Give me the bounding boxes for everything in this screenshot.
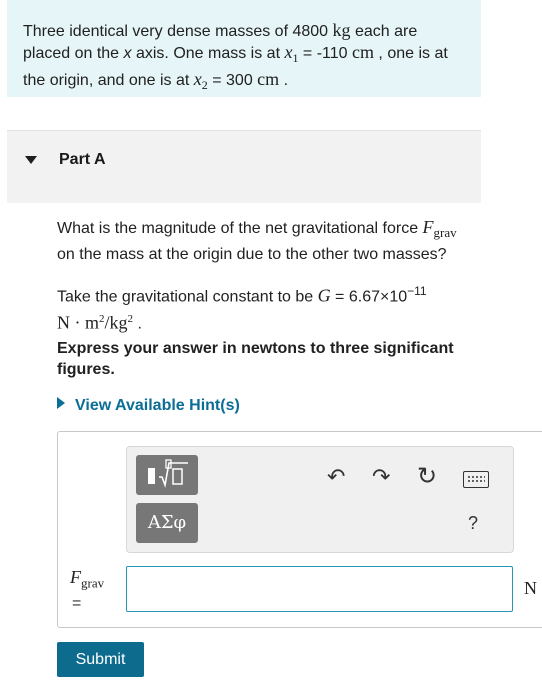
reset-icon[interactable]: ↻ bbox=[417, 462, 437, 491]
problem-text: Three identical very dense masses of 480… bbox=[23, 23, 333, 40]
constant-text: Take the gravitational constant to be bbox=[57, 288, 318, 306]
answer-input[interactable] bbox=[126, 566, 513, 612]
equals-sign: = bbox=[72, 595, 82, 612]
force-subscript: grav bbox=[433, 225, 457, 241]
part-title: Part A bbox=[59, 151, 106, 168]
answer-panel: ΑΣφ ↶ ↷ ↻ ? Fgrav = N bbox=[57, 431, 542, 628]
answer-variable-subscript: grav bbox=[81, 575, 105, 591]
constant-value: = 6.67×10 bbox=[330, 288, 408, 306]
unit-kg: kg bbox=[332, 20, 351, 40]
keyboard-keys bbox=[467, 475, 485, 483]
answer-unit: N bbox=[524, 578, 537, 598]
keyboard-icon[interactable] bbox=[463, 471, 489, 488]
problem-statement: Three identical very dense masses of 480… bbox=[7, 0, 481, 97]
unit-cm: cm bbox=[351, 42, 374, 62]
collapse-caret-icon[interactable] bbox=[25, 156, 37, 164]
math-toolbar: ΑΣφ ↶ ↷ ↻ ? bbox=[126, 446, 514, 553]
force-symbol: F bbox=[422, 217, 434, 237]
x-variable: x bbox=[123, 45, 132, 62]
expand-triangle-icon bbox=[57, 397, 65, 409]
submit-button[interactable]: Submit bbox=[57, 642, 144, 677]
gravitational-constant-text: Take the gravitational constant to be G … bbox=[57, 280, 477, 336]
answer-variable-label: Fgrav bbox=[70, 567, 104, 592]
constant-exponent: −11 bbox=[407, 284, 427, 298]
question-text: What is the magnitude of the net gravita… bbox=[57, 216, 477, 266]
hint-label: View Available Hint(s) bbox=[75, 397, 240, 414]
constant-unit: N · m bbox=[57, 312, 99, 333]
answer-variable-symbol: F bbox=[70, 567, 81, 587]
question-text-part: What is the magnitude of the net gravita… bbox=[57, 220, 423, 237]
view-hints-link[interactable]: View Available Hint(s) bbox=[57, 397, 240, 415]
redo-icon[interactable]: ↷ bbox=[372, 464, 390, 490]
undo-icon[interactable]: ↶ bbox=[327, 464, 345, 490]
x2-value: = 300 bbox=[207, 72, 258, 90]
unit-cm: cm bbox=[257, 69, 280, 90]
help-button[interactable]: ? bbox=[468, 513, 478, 534]
problem-text: . bbox=[279, 72, 289, 90]
constant-text: . bbox=[133, 315, 142, 333]
part-a-header[interactable]: Part A bbox=[7, 130, 481, 203]
x2-symbol: x bbox=[193, 69, 202, 90]
greek-symbols-button[interactable]: ΑΣφ bbox=[136, 503, 198, 543]
templates-icon bbox=[148, 459, 188, 488]
problem-text: axis. One mass is at bbox=[131, 45, 285, 62]
answer-instructions: Express your answer in newtons to three … bbox=[57, 340, 454, 378]
g-symbol: G bbox=[317, 285, 331, 306]
question-text-part: on the mass at the origin due to the oth… bbox=[57, 246, 447, 264]
x1-value: = -110 bbox=[298, 45, 352, 62]
constant-unit: /kg bbox=[104, 312, 128, 333]
templates-button[interactable] bbox=[136, 455, 198, 495]
